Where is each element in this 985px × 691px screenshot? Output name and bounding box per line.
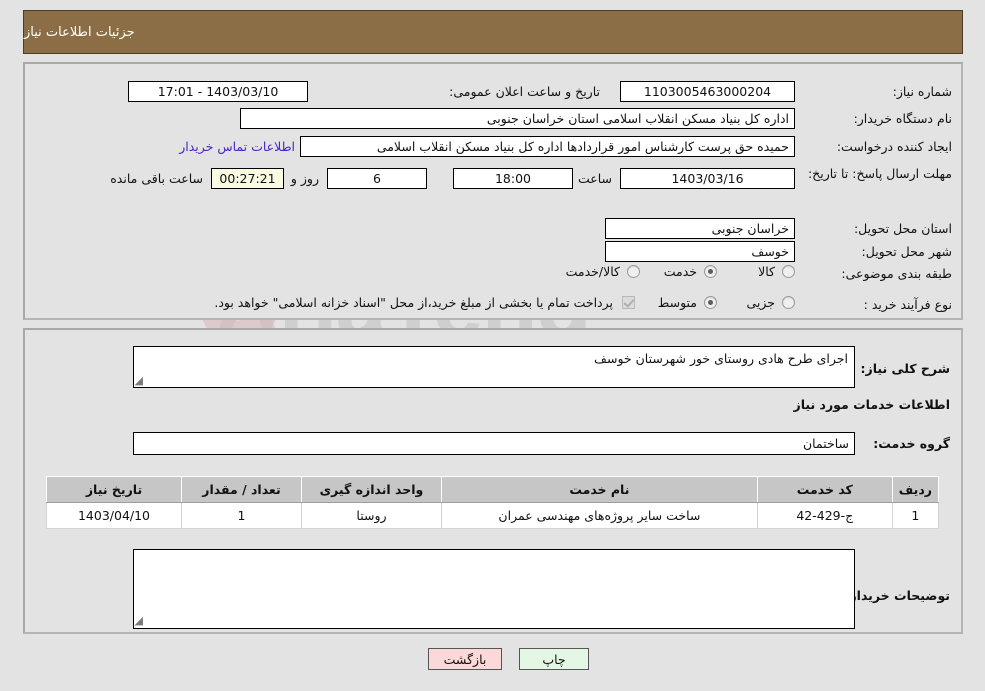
page-title: جزئیات اطلاعات نیاز [24, 24, 135, 40]
table-row[interactable]: 1 ج-429-42 ساخت سایر پروژه‌های مهندسی عم… [46, 502, 940, 529]
public-announce-label: تاریخ و ساعت اعلان عمومی: [449, 84, 600, 99]
buyer-contact-link[interactable]: اطلاعات تماس خریدار [179, 139, 295, 154]
radio-category-kala-label: کالا [758, 264, 775, 279]
radio-category-khedmat[interactable] [704, 265, 717, 278]
general-description-textarea[interactable]: اجرای طرح هادی روستای خور شهرستان خوسف [133, 346, 855, 388]
col-unit: واحد اندازه گیری [301, 476, 442, 503]
table-header-row: ردیف کد خدمت نام خدمت واحد اندازه گیری ت… [46, 476, 940, 503]
cell-service-code: ج-429-42 [756, 502, 893, 529]
buyer-notes-resize-grip-icon[interactable]: ◢ [135, 615, 143, 626]
radio-process-motavaset-label: متوسط [657, 295, 697, 310]
services-table: ردیف کد خدمت نام خدمت واحد اندازه گیری ت… [46, 476, 940, 529]
buyer-notes-label: توضیحات خریدار: [844, 588, 950, 603]
delivery-city-label: شهر محل تحویل: [861, 244, 952, 259]
response-deadline-label: مهلت ارسال پاسخ: تا تاریخ: [807, 166, 952, 181]
request-creator-label: ایجاد کننده درخواست: [836, 139, 952, 154]
col-service-name: نام خدمت [441, 476, 758, 503]
page-root: AriaTend ariatender.ir ➜ جزئیات اطلاعات … [0, 0, 985, 691]
col-row-no: ردیف [891, 476, 940, 503]
cell-unit: روستا [301, 502, 442, 529]
radio-process-jozi-label: جزیی [746, 295, 775, 310]
col-quantity: تعداد / مقدار [181, 476, 302, 503]
deadline-time-field[interactable]: 18:00 [453, 168, 573, 189]
purchase-process-label: نوع فرآیند خرید : [863, 297, 952, 312]
col-need-date: تاریخ نیاز [46, 476, 182, 503]
services-info-title: اطلاعات خدمات مورد نیاز [793, 397, 951, 412]
delivery-province-field[interactable]: خراسان جنوبی [605, 218, 795, 239]
deadline-date-field[interactable]: 1403/03/16 [620, 168, 795, 189]
subject-category-label: طبقه بندی موضوعی: [841, 266, 952, 281]
delivery-city-field[interactable]: خوسف [605, 241, 795, 262]
radio-process-jozi[interactable] [782, 296, 795, 309]
remaining-hours-label: ساعت باقی مانده [110, 171, 203, 186]
print-button[interactable]: چاپ [519, 648, 589, 670]
general-description-label: شرح کلی نیاز: [860, 361, 950, 376]
buyer-org-field[interactable]: اداره کل بنیاد مسکن انقلاب اسلامی استان … [240, 108, 795, 129]
treasury-bond-text: پرداخت تمام یا بخشی از مبلغ خرید،از محل … [214, 295, 613, 310]
page-title-bar: جزئیات اطلاعات نیاز [23, 10, 963, 54]
buyer-notes-textarea[interactable] [133, 549, 855, 629]
remaining-days-field[interactable]: 6 [327, 168, 427, 189]
countdown-timer-field: 00:27:21 [211, 168, 284, 189]
days-label: روز و [290, 171, 319, 186]
treasury-bond-checkbox[interactable] [622, 296, 635, 309]
cell-service-name: ساخت سایر پروژه‌های مهندسی عمران [441, 502, 758, 529]
col-service-code: کد خدمت [756, 476, 893, 503]
services-table-wrapper: ردیف کد خدمت نام خدمت واحد اندازه گیری ت… [46, 476, 940, 529]
request-creator-field[interactable]: حمیده حق پرست کارشناس امور قراردادها ادا… [300, 136, 795, 157]
radio-category-kala-khedmat[interactable] [627, 265, 640, 278]
need-number-field[interactable]: 1103005463000204 [620, 81, 795, 102]
need-number-label: شماره نیاز: [892, 84, 952, 99]
public-announce-field[interactable]: 1403/03/10 - 17:01 [128, 81, 308, 102]
textarea-resize-grip-icon[interactable]: ◢ [135, 375, 143, 386]
radio-category-kala[interactable] [782, 265, 795, 278]
radio-process-motavaset[interactable] [704, 296, 717, 309]
buyer-org-label: نام دستگاه خریدار: [853, 111, 952, 126]
service-group-field[interactable]: ساختمان [133, 432, 855, 455]
delivery-province-label: استان محل تحویل: [853, 221, 952, 236]
cell-need-date: 1403/04/10 [46, 502, 182, 529]
radio-category-khedmat-label: خدمت [663, 264, 697, 279]
hour-label: ساعت [577, 171, 612, 186]
cell-row-no: 1 [891, 502, 940, 529]
cell-quantity: 1 [181, 502, 302, 529]
service-group-label: گروه خدمت: [873, 436, 950, 451]
back-button[interactable]: بازگشت [428, 648, 502, 670]
radio-category-kala-khedmat-label: کالا/خدمت [565, 264, 620, 279]
